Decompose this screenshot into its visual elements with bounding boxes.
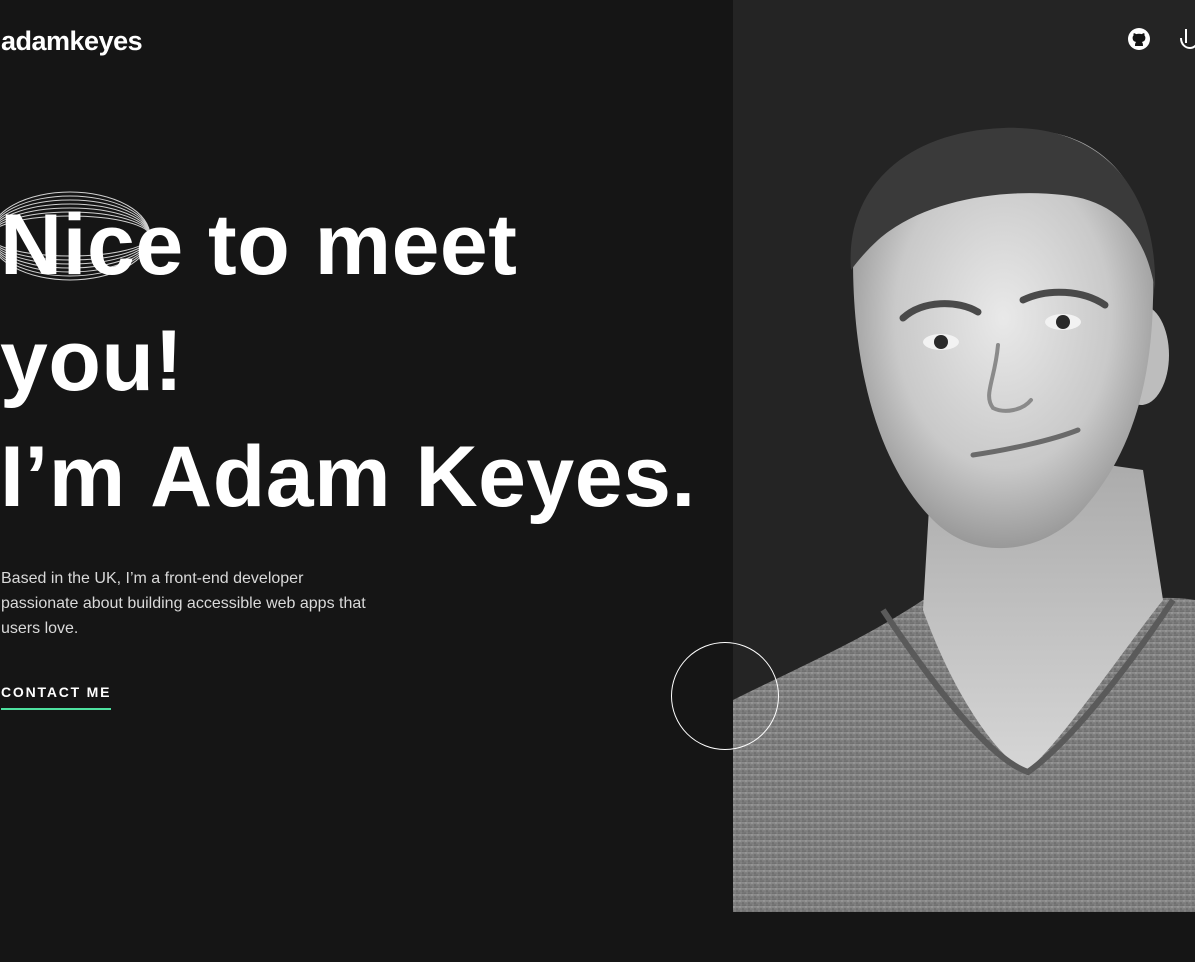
headline-prefix: I’m: [0, 429, 151, 525]
github-link[interactable]: [1127, 27, 1151, 51]
headline-name-text: Adam Keyes: [150, 429, 672, 525]
frontend-mentor-link[interactable]: [1177, 27, 1195, 51]
headline-line-3: I’m Adam Keyes.: [0, 419, 696, 535]
headline-line-1: Nice to meet: [0, 197, 518, 293]
headline-line-2: you!: [0, 313, 184, 409]
profile-photo: [733, 127, 1195, 912]
headline-suffix: .: [671, 429, 696, 525]
photo-panel: [733, 0, 1195, 912]
site-logo[interactable]: adamkeyes: [1, 26, 143, 57]
intro-text: Based in the UK, I’m a front-end develop…: [1, 570, 366, 637]
portfolio-page: adamkeyes Nice to meet you! I’m Adam Key…: [0, 0, 1195, 962]
hero-headline: Nice to meet you! I’m Adam Keyes.: [0, 187, 696, 535]
circle-decoration: [671, 642, 779, 750]
contact-me-link[interactable]: CONTACT ME: [1, 684, 112, 710]
frontend-mentor-icon: [1180, 29, 1195, 50]
github-icon: [1128, 28, 1150, 50]
headline-name: Adam Keyes: [146, 419, 673, 535]
